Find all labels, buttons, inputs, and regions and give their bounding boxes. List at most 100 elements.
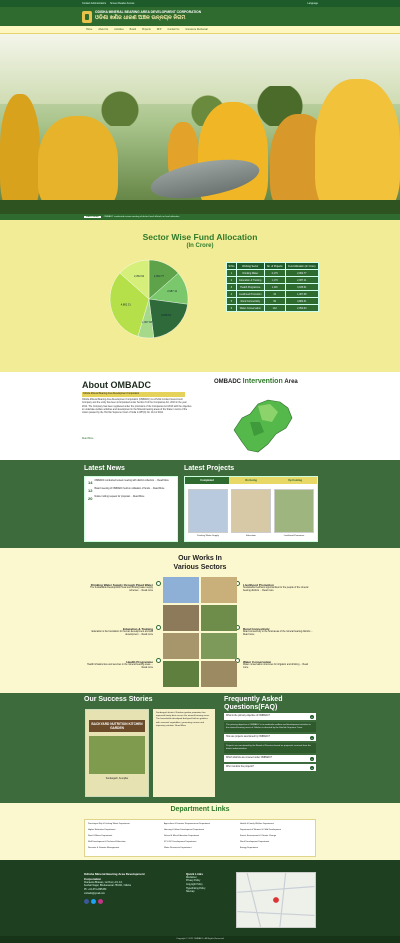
faq-question[interactable]: Who monitors the projects? + [224,763,316,771]
faq-question[interactable]: What is the primary objective of OMBADC?… [224,713,316,720]
plus-icon[interactable]: + [310,756,314,761]
ticker-text[interactable]: OMBADC conducted review meeting of distr… [104,216,180,218]
fund-table-row: 6 Water Conservation 142 2,052.64 [226,304,319,312]
dept-link[interactable]: Water Resources Department [164,847,236,853]
work-item[interactable]: Health Programme Health infrastructure an… [83,658,161,671]
plus-icon[interactable]: + [310,765,314,770]
nav-item[interactable]: Projects [142,28,151,31]
pie-slice-label: 2,062.77 [154,274,165,278]
fund-pie-chart: 2,062.77 2,087.11 3,185.61 1,007.68 4,882.31… [109,259,189,339]
pie-slice-label: 1,007.68 [142,320,153,324]
sector-fund-section: Sector Wise Fund Allocation (In Crore) [0,220,400,372]
project-tab[interactable]: Completed [185,477,229,484]
work-desc: Water conservation structures for irriga… [243,664,309,670]
about-highlight: Odisha Mineral Bearing Area Development … [82,392,185,397]
gallery-image [163,633,199,659]
success-story-card[interactable]: BACKYARD NUTRITION KITCHEN GARDEN Sundar… [85,709,149,797]
project-caption: Livelihood Promotion [283,535,305,537]
intervention-title-pre: OMBADC [214,379,241,385]
hero-person [198,102,268,214]
fund-table-header: Sl No Working Sector No. of Projects Fund A… [226,262,319,270]
sector-icon [156,658,161,663]
fund-table-cell: 4 [226,290,237,298]
gallery-image [201,577,237,603]
about-read-more[interactable]: Read More [82,438,93,440]
nav-item[interactable]: Home [86,28,92,31]
ombadc-logo[interactable] [82,10,92,23]
footer-contact: Odisha Mineral Bearing Area Development … [84,872,154,905]
news-item[interactable]: 12 Board meeting of OMBADC held on utilis… [88,488,174,493]
nav-item[interactable]: Activities [114,28,123,31]
news-item[interactable]: 14 OMBADC conducted review meeting with d… [88,480,174,485]
work-item[interactable]: Education & Training Education is the fou… [83,625,161,638]
project-thumb[interactable]: Livelihood Promotion [274,489,314,537]
faq-question-text: Which districts are covered under OMBADC… [226,756,273,759]
fund-table-cell: Drinking Water [235,269,265,277]
projects-title: Latest Projects [184,465,235,472]
faq-title-line2: Questions(FAQ) [224,703,278,711]
fund-table-cell: 1,170 [263,276,286,284]
fund-table: Sl No Working Sector No. of Projects Fund A… [226,262,319,312]
footer-link[interactable]: Sitemap [186,891,226,895]
hero-person [0,94,40,214]
dept-link-text: Energy Department [240,847,259,849]
fund-table-cell: 3 [226,283,237,291]
fund-table-row: 1 Drinking Water 2,176 2,062.77 [226,269,319,277]
footer-contact-title: Odisha Mineral Bearing Area Development … [84,872,145,881]
dept-link-text: School & Mass Education Department [164,835,200,837]
dept-link[interactable]: Revenue & Disaster Management [88,847,160,853]
fund-table-cell: 69 [263,297,286,305]
project-tab[interactable]: On Going [229,477,273,484]
news-list: 14 OMBADC conducted review meeting with d… [84,476,178,542]
plus-icon[interactable]: + [310,735,314,740]
intervention-title: OMBADC Intervention Area [214,378,298,385]
fund-table-cell: 6 [226,304,237,312]
work-item[interactable]: Rural Connectivity Road connectivity to t… [235,625,313,638]
facebook-icon[interactable] [84,899,89,905]
contact-link[interactable]: Contact Administrators [82,2,106,5]
faq-question[interactable]: Which districts are covered under OMBADC… [224,754,316,762]
faq-title-line1: Frequently Asked [224,696,283,703]
work-item[interactable]: Drinking Water Supply through Piped Wate… [83,581,161,594]
screen-reader-link[interactable]: Screen Reader Access [110,2,134,5]
faq-question-text: How are projects sanctioned by OMBADC? [226,735,271,738]
faq-question[interactable]: How are projects sanctioned by OMBADC? + [224,733,316,741]
language-select[interactable]: Language [307,2,318,5]
nav-item[interactable]: Grievance Redressal [185,28,207,31]
project-tab[interactable]: Up Coming [273,477,317,484]
nav-item[interactable]: Contact Us [168,28,180,31]
dept-link-text: Agriculture & Farmers' Empowerment Depar… [164,823,211,825]
gallery-image [201,661,237,687]
dept-link[interactable]: Energy Department [240,847,312,853]
news-title: Latest News [84,465,125,472]
fund-table-cell: 1 [226,269,237,277]
twitter-icon[interactable] [91,899,96,905]
site-header: ODISHA MINERAL BEARING AREA DEVELOPMENT … [0,7,400,26]
nav-item[interactable]: About Us [98,28,108,31]
work-desc: Sustainable livelihood opportunities for… [243,587,309,593]
project-thumb[interactable]: Drinking Water Supply [188,489,228,537]
nav-item[interactable]: Board [130,28,136,31]
ticker-label: Latest News [84,216,101,218]
location-map[interactable] [236,872,316,928]
fund-table-cell: Livelihood Promotion [235,290,265,298]
project-thumb[interactable]: Education [231,489,271,537]
success-title: Our Success Stories [84,696,153,703]
about-body: Odisha Mineral Bearing Area Development … [82,399,192,415]
nav-item[interactable]: RFP [157,28,162,31]
gallery-image [163,605,199,631]
news-projects-section: Latest News Latest Projects 14 OMBADC con… [0,460,400,548]
dept-link-text: Panchayati Raj & Drinking Water Departme… [88,823,130,825]
news-date: 20 [88,496,93,501]
gallery-image [201,633,237,659]
news-item[interactable]: 20 Notice inviting request for proposal .… [88,496,174,501]
work-item[interactable]: Livelihood Promotion Sustainable liveliho… [235,581,313,594]
hero-person [315,79,400,214]
plus-icon[interactable]: + [310,715,314,719]
project-thumbs: Drinking Water Supply Education Livelihood… [185,484,317,538]
about-section: About OMBADC Odisha Mineral Bearing Area… [0,372,400,460]
sector-subtitle: (In Crore) [186,243,214,249]
instagram-icon[interactable] [98,899,103,905]
intervention-title-post: Area [284,379,298,385]
work-item[interactable]: Water Conservation Water conservation str… [235,658,313,671]
